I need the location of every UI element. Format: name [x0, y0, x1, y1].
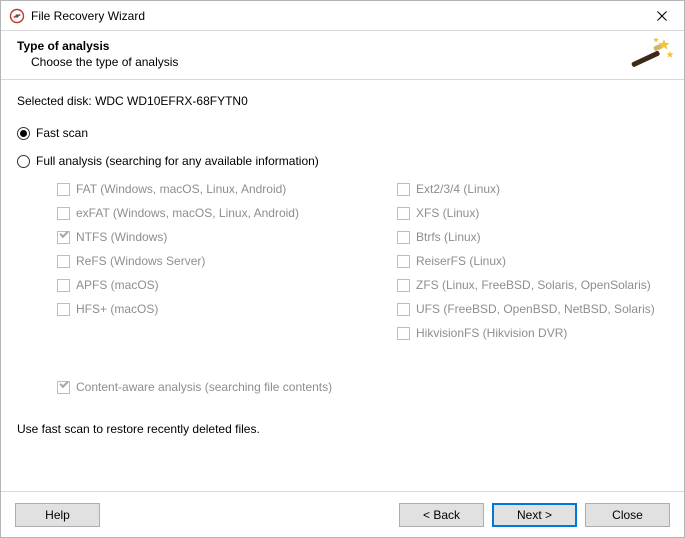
checkbox-icon — [397, 231, 410, 244]
close-button[interactable] — [640, 1, 684, 31]
checkbox-icon — [57, 183, 70, 196]
app-icon — [9, 8, 25, 24]
wizard-window: File Recovery Wizard Type of analysis Ch… — [0, 0, 685, 538]
checkbox-xfs[interactable]: XFS (Linux) — [397, 206, 684, 220]
radio-icon — [17, 127, 30, 140]
wizard-header: Type of analysis Choose the type of anal… — [1, 31, 684, 80]
checkbox-icon — [57, 207, 70, 220]
checkbox-label: HFS+ (macOS) — [76, 302, 158, 316]
checkbox-icon — [397, 255, 410, 268]
checkbox-ext[interactable]: Ext2/3/4 (Linux) — [397, 182, 684, 196]
close-icon — [657, 11, 667, 21]
checkbox-icon — [57, 231, 70, 244]
page-title: Type of analysis — [17, 39, 668, 53]
radio-full-analysis[interactable]: Full analysis (searching for any availab… — [17, 154, 668, 168]
checkbox-fat[interactable]: FAT (Windows, macOS, Linux, Android) — [57, 182, 357, 196]
checkbox-icon — [57, 381, 70, 394]
checkbox-exfat[interactable]: exFAT (Windows, macOS, Linux, Android) — [57, 206, 357, 220]
checkbox-label: NTFS (Windows) — [76, 230, 167, 244]
checkbox-label: APFS (macOS) — [76, 278, 159, 292]
back-button[interactable]: < Back — [399, 503, 484, 527]
checkbox-zfs[interactable]: ZFS (Linux, FreeBSD, Solaris, OpenSolari… — [397, 278, 684, 292]
checkbox-label: UFS (FreeBSD, OpenBSD, NetBSD, Solaris) — [416, 302, 655, 316]
help-button[interactable]: Help — [15, 503, 100, 527]
selected-disk-value: WDC WD10EFRX-68FYTN0 — [95, 94, 248, 108]
selected-disk: Selected disk: WDC WD10EFRX-68FYTN0 — [17, 94, 668, 108]
checkbox-icon — [397, 327, 410, 340]
checkbox-label: Btrfs (Linux) — [416, 230, 481, 244]
checkbox-icon — [57, 255, 70, 268]
checkbox-label: Content-aware analysis (searching file c… — [76, 380, 332, 394]
checkbox-icon — [57, 303, 70, 316]
wizard-body: Selected disk: WDC WD10EFRX-68FYTN0 Fast… — [1, 80, 684, 491]
hint-text: Use fast scan to restore recently delete… — [17, 422, 668, 436]
checkbox-label: ReiserFS (Linux) — [416, 254, 506, 268]
checkbox-hfsplus[interactable]: HFS+ (macOS) — [57, 302, 357, 316]
radio-icon — [17, 155, 30, 168]
filesystem-options: FAT (Windows, macOS, Linux, Android) Ext… — [57, 182, 668, 340]
checkbox-content-aware[interactable]: Content-aware analysis (searching file c… — [57, 380, 668, 394]
radio-full-analysis-label: Full analysis (searching for any availab… — [36, 154, 319, 168]
checkbox-ntfs[interactable]: NTFS (Windows) — [57, 230, 357, 244]
titlebar: File Recovery Wizard — [1, 1, 684, 31]
wizard-icon — [626, 35, 674, 78]
radio-fast-scan[interactable]: Fast scan — [17, 126, 668, 140]
checkbox-btrfs[interactable]: Btrfs (Linux) — [397, 230, 684, 244]
checkbox-label: HikvisionFS (Hikvision DVR) — [416, 326, 567, 340]
checkbox-icon — [397, 207, 410, 220]
checkbox-apfs[interactable]: APFS (macOS) — [57, 278, 357, 292]
wizard-footer: Help < Back Next > Close — [1, 491, 684, 537]
next-button[interactable]: Next > — [492, 503, 577, 527]
checkbox-icon — [397, 303, 410, 316]
radio-fast-scan-label: Fast scan — [36, 126, 88, 140]
selected-disk-label: Selected disk: — [17, 94, 92, 108]
page-subtitle: Choose the type of analysis — [17, 55, 668, 69]
checkbox-label: Ext2/3/4 (Linux) — [416, 182, 500, 196]
checkbox-label: FAT (Windows, macOS, Linux, Android) — [76, 182, 286, 196]
checkbox-ufs[interactable]: UFS (FreeBSD, OpenBSD, NetBSD, Solaris) — [397, 302, 684, 316]
checkbox-icon — [397, 279, 410, 292]
checkbox-label: exFAT (Windows, macOS, Linux, Android) — [76, 206, 299, 220]
close-footer-button[interactable]: Close — [585, 503, 670, 527]
checkbox-reiserfs[interactable]: ReiserFS (Linux) — [397, 254, 684, 268]
window-title: File Recovery Wizard — [31, 9, 640, 23]
checkbox-label: XFS (Linux) — [416, 206, 479, 220]
checkbox-hikvisionfs[interactable]: HikvisionFS (Hikvision DVR) — [397, 326, 684, 340]
checkbox-label: ZFS (Linux, FreeBSD, Solaris, OpenSolari… — [416, 278, 651, 292]
checkbox-label: ReFS (Windows Server) — [76, 254, 205, 268]
checkbox-icon — [57, 279, 70, 292]
checkbox-icon — [397, 183, 410, 196]
checkbox-refs[interactable]: ReFS (Windows Server) — [57, 254, 357, 268]
